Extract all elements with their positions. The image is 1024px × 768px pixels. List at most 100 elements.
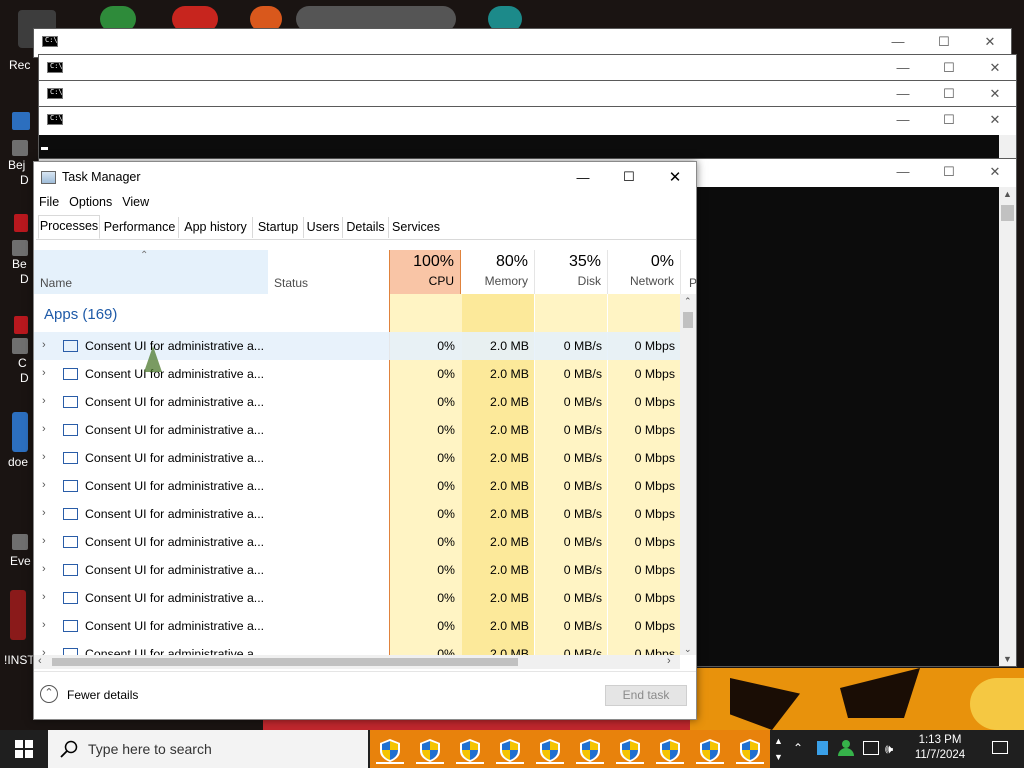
console-titlebar[interactable]: — ☐ ✕ (34, 29, 1011, 54)
process-list-scrollbar[interactable]: ⌃ ⌄ (680, 294, 696, 655)
tray-app-icon[interactable] (817, 741, 828, 755)
process-list[interactable]: › Consent UI for administrative a... 0% 2.0… (34, 332, 680, 655)
uac-shield-app-icon[interactable] (732, 736, 768, 764)
scroll-up-arrow-icon[interactable]: ⌃ (684, 296, 692, 307)
desktop-shortcut-icon[interactable] (12, 140, 28, 156)
apps-group-header[interactable]: Apps (169) (44, 306, 117, 323)
tab-services[interactable]: Services (389, 217, 443, 238)
scroll-down-arrow-icon[interactable]: ▼ (1003, 654, 1012, 664)
network-icon[interactable] (863, 741, 879, 755)
maximize-button[interactable]: ☐ (606, 164, 652, 190)
uac-shield-app-icon[interactable] (612, 736, 648, 764)
desktop-shortcut-icon[interactable] (14, 214, 28, 232)
uac-shield-app-icon[interactable] (532, 736, 568, 764)
minimize-button[interactable]: — (560, 164, 606, 190)
search-box[interactable]: Type here to search (48, 730, 368, 768)
desktop-shortcut-icon[interactable] (14, 316, 28, 334)
tab-users[interactable]: Users (304, 217, 343, 238)
console-scrollbar[interactable]: ▲ ▼ (999, 187, 1016, 666)
uac-shield-app-icon[interactable] (652, 736, 688, 764)
close-button[interactable]: ✕ (972, 159, 1018, 184)
table-row[interactable]: › Consent UI for administrative a... 0% 2.0… (34, 528, 680, 556)
task-manager-window[interactable]: Task Manager — ☐ ✕ File Options View Proce… (33, 161, 697, 720)
clock[interactable]: 1:13 PM 11/7/2024 (905, 732, 975, 768)
disk-column-header[interactable]: 35% Disk (535, 250, 608, 294)
minimize-button[interactable]: — (880, 55, 926, 80)
name-column-header[interactable]: ⌃ Name (34, 250, 268, 294)
tab-details[interactable]: Details (343, 217, 389, 238)
minimize-button[interactable]: — (880, 107, 926, 132)
notifications-button[interactable] (978, 730, 1024, 768)
desktop-shortcut-icon[interactable] (12, 534, 28, 550)
scroll-thumb[interactable] (1001, 205, 1014, 221)
table-row[interactable]: › Consent UI for administrative a... 0% 2.0… (34, 416, 680, 444)
close-button[interactable]: ✕ (972, 55, 1018, 80)
close-button[interactable]: ✕ (972, 81, 1018, 106)
minimize-button[interactable]: — (880, 159, 926, 184)
tab-performance[interactable]: Performance (101, 217, 179, 238)
menu-file[interactable]: File (34, 192, 64, 212)
desktop-shortcut-icon[interactable] (12, 112, 30, 130)
end-task-button[interactable]: End task (605, 685, 687, 706)
minimize-button[interactable]: — (880, 81, 926, 106)
table-row[interactable]: › Consent UI for administrative a... 0% 2.0… (34, 640, 680, 655)
console-window-4[interactable]: — ☐ ✕ (38, 106, 1017, 162)
console-titlebar[interactable]: — ☐ ✕ (39, 81, 1016, 106)
close-button[interactable]: ✕ (652, 164, 698, 190)
table-row[interactable]: › Consent UI for administrative a... 0% 2.0… (34, 612, 680, 640)
uac-shield-app-icon[interactable] (452, 736, 488, 764)
expand-chevron-icon[interactable]: › (42, 536, 50, 547)
scroll-right-arrow-icon[interactable]: › (667, 655, 671, 667)
uac-shield-app-icon[interactable] (412, 736, 448, 764)
titlebar[interactable]: Task Manager — ☐ ✕ (34, 162, 696, 192)
expand-chevron-icon[interactable]: › (42, 508, 50, 519)
maximize-button[interactable]: ☐ (926, 159, 972, 184)
tab-processes[interactable]: Processes (38, 215, 100, 239)
close-button[interactable]: ✕ (967, 29, 1013, 54)
expand-chevron-icon[interactable]: › (42, 424, 50, 435)
table-row[interactable]: › Consent UI for administrative a... 0% 2.0… (34, 500, 680, 528)
power-column-header[interactable]: P (689, 276, 697, 290)
table-row[interactable]: › Consent UI for administrative a... 0% 2.0… (34, 444, 680, 472)
scroll-down-arrow-icon[interactable]: ⌄ (684, 644, 692, 655)
desktop-shortcut-icon[interactable] (12, 338, 28, 354)
uac-shield-app-icon[interactable] (492, 736, 528, 764)
desktop-shortcut-icon[interactable] (10, 590, 26, 640)
table-row[interactable]: › Consent UI for administrative a... 0% 2.0… (34, 556, 680, 584)
table-row[interactable]: › Consent UI for administrative a... 0% 2.0… (34, 584, 680, 612)
maximize-button[interactable]: ☐ (921, 29, 967, 54)
expand-chevron-icon[interactable]: › (42, 564, 50, 575)
start-button[interactable] (0, 730, 48, 768)
expand-chevron-icon[interactable]: › (42, 480, 50, 491)
uac-shield-app-icon[interactable] (572, 736, 608, 764)
desktop-shortcut-icon[interactable] (12, 412, 28, 452)
hscroll-thumb[interactable] (52, 658, 518, 666)
desktop-shortcut-icon[interactable] (12, 240, 28, 256)
tab-app-history[interactable]: App history (179, 217, 253, 238)
maximize-button[interactable]: ☐ (926, 107, 972, 132)
scroll-up-arrow-icon[interactable]: ▲ (1003, 189, 1012, 199)
scroll-left-arrow-icon[interactable]: ‹ (38, 655, 42, 667)
expand-chevron-icon[interactable]: › (42, 340, 50, 351)
menu-options[interactable]: Options (64, 192, 117, 212)
expand-chevron-icon[interactable]: › (42, 368, 50, 379)
taskbar-overflow-button[interactable]: ▲ ▼ (770, 730, 786, 768)
people-icon[interactable] (838, 740, 854, 756)
close-button[interactable]: ✕ (972, 107, 1018, 132)
volume-icon[interactable]: 🕪 (885, 741, 893, 757)
expand-chevron-icon[interactable]: › (42, 452, 50, 463)
table-row[interactable]: › Consent UI for administrative a... 0% 2.0… (34, 388, 680, 416)
table-row[interactable]: › Consent UI for administrative a... 0% 2.0… (34, 332, 680, 360)
table-row[interactable]: › Consent UI for administrative a... 0% 2.0… (34, 360, 680, 388)
network-column-header[interactable]: 0% Network (608, 250, 681, 294)
uac-shield-app-icon[interactable] (372, 736, 408, 764)
uac-shield-app-icon[interactable] (692, 736, 728, 764)
scroll-thumb[interactable] (683, 312, 693, 328)
menu-view[interactable]: View (117, 192, 154, 212)
minimize-button[interactable]: — (875, 29, 921, 54)
expand-chevron-icon[interactable]: › (42, 396, 50, 407)
show-hidden-icons-button[interactable]: ⌃ (793, 741, 803, 755)
console-titlebar[interactable]: — ☐ ✕ (39, 107, 1016, 132)
maximize-button[interactable]: ☐ (926, 55, 972, 80)
expand-chevron-icon[interactable]: › (42, 620, 50, 631)
